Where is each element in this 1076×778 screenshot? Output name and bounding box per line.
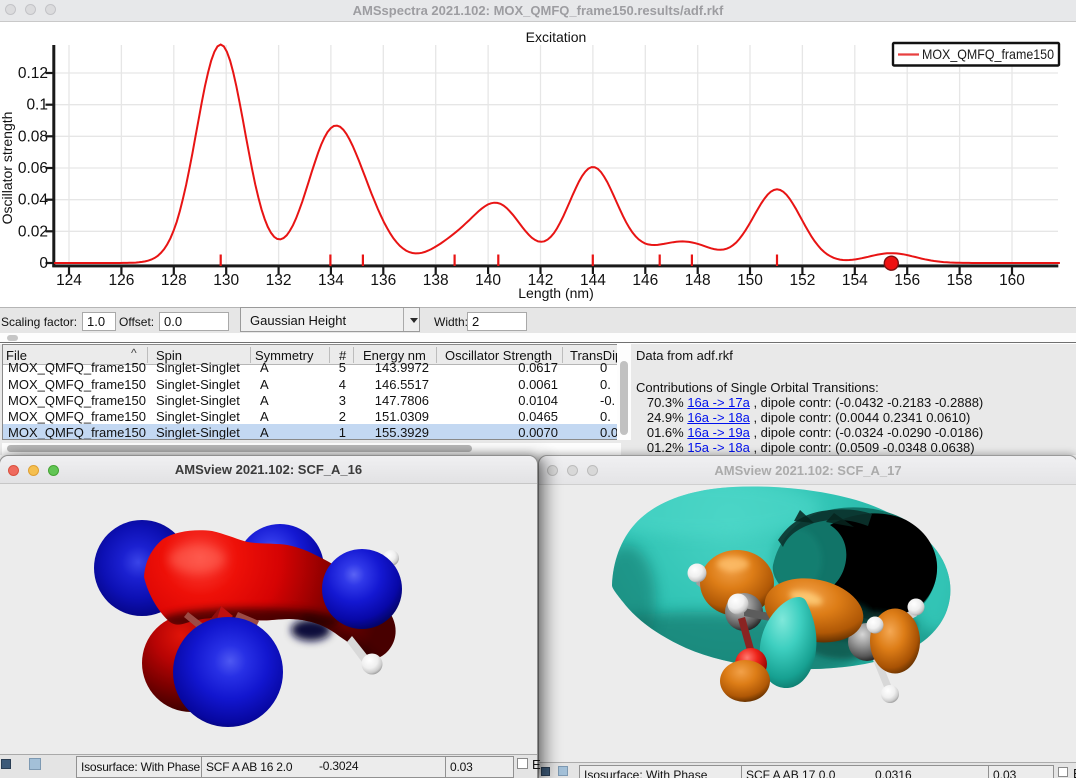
svg-text:124: 124 [56, 272, 82, 289]
svg-text:130: 130 [213, 272, 239, 289]
svg-text:160: 160 [999, 272, 1025, 289]
svg-text:158: 158 [947, 272, 973, 289]
svg-text:0.06: 0.06 [18, 160, 48, 177]
svg-text:152: 152 [789, 272, 815, 289]
svg-text:146: 146 [632, 272, 658, 289]
svg-text:154: 154 [842, 272, 868, 289]
svg-text:136: 136 [370, 272, 396, 289]
svg-text:134: 134 [318, 272, 344, 289]
svg-text:Length (nm): Length (nm) [518, 285, 593, 301]
svg-text:Oscillator strength: Oscillator strength [0, 112, 15, 225]
svg-text:0.1: 0.1 [26, 97, 48, 114]
svg-text:MOX_QMFQ_frame150: MOX_QMFQ_frame150 [922, 46, 1054, 62]
svg-text:140: 140 [475, 272, 501, 289]
svg-text:126: 126 [108, 272, 134, 289]
svg-text:128: 128 [161, 272, 187, 289]
svg-text:Excitation: Excitation [526, 29, 587, 45]
svg-text:0.04: 0.04 [18, 192, 49, 209]
svg-text:148: 148 [685, 272, 711, 289]
svg-text:132: 132 [266, 272, 292, 289]
svg-text:138: 138 [423, 272, 449, 289]
svg-text:0.12: 0.12 [18, 65, 48, 82]
svg-text:0.08: 0.08 [18, 128, 48, 145]
svg-text:150: 150 [737, 272, 763, 289]
svg-text:0: 0 [39, 255, 48, 272]
svg-text:0.02: 0.02 [18, 223, 48, 240]
svg-text:156: 156 [894, 272, 920, 289]
